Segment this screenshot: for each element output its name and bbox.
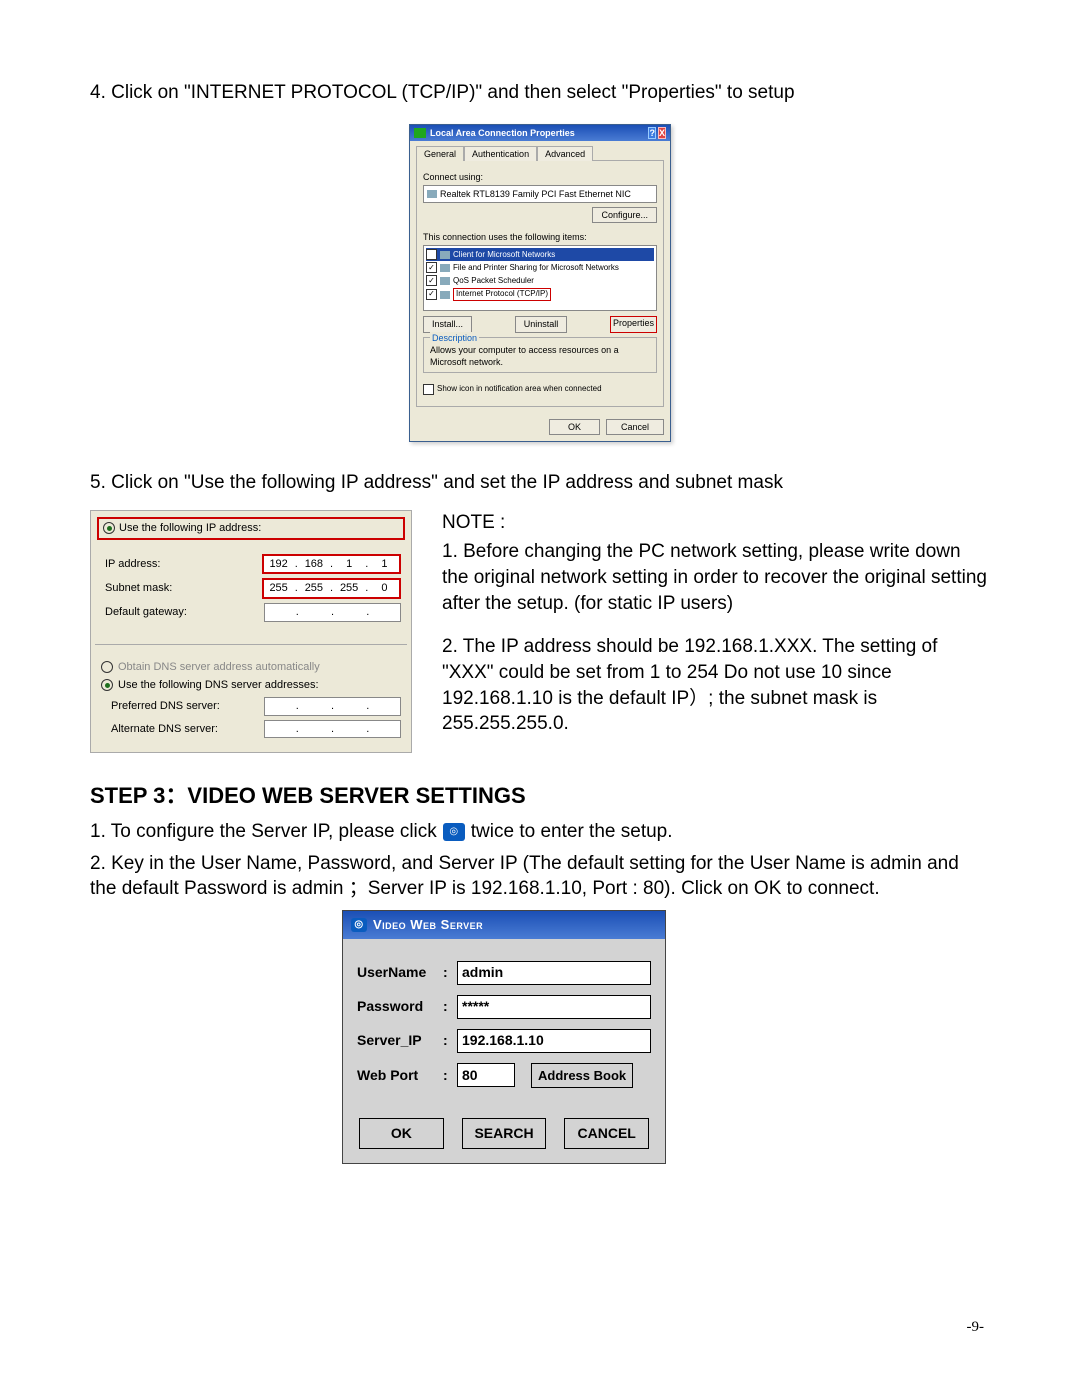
ip-address-label: IP address:: [105, 557, 160, 572]
note-2: 2. The IP address should be 192.168.1.XX…: [442, 634, 990, 737]
connection-properties-dialog: Local Area Connection Properties ?X Gene…: [409, 124, 671, 442]
item-tcpip[interactable]: ✓Internet Protocol (TCP/IP): [426, 287, 654, 302]
tab-advanced[interactable]: Advanced: [537, 146, 593, 161]
ip-address-field[interactable]: 192.168.1.1: [262, 554, 401, 575]
dns-auto-radio: Obtain DNS server address automatically: [101, 660, 401, 675]
serverip-input[interactable]: 192.168.1.10: [457, 1029, 651, 1053]
serverip-label: Server_IP: [357, 1031, 443, 1050]
uses-label: This connection uses the following items…: [423, 231, 657, 243]
webport-input[interactable]: 80: [457, 1063, 515, 1087]
properties-button[interactable]: Properties: [610, 316, 657, 332]
dialog-tabs: General Authentication Advanced: [410, 141, 670, 160]
vws-search-button[interactable]: SEARCH: [462, 1118, 547, 1149]
network-icon: [414, 128, 426, 138]
alt-dns-label: Alternate DNS server:: [111, 722, 218, 737]
step3-line2: 2. Key in the User Name, Password, and S…: [90, 851, 990, 902]
server-icon: ◎: [443, 823, 465, 841]
username-input[interactable]: admin: [457, 961, 651, 985]
show-icon-checkbox[interactable]: Show icon in notification area when conn…: [423, 383, 657, 396]
vws-ok-button[interactable]: OK: [359, 1118, 444, 1149]
dialog-title: Local Area Connection Properties: [430, 127, 575, 139]
description-box: Description Allows your computer to acce…: [423, 337, 657, 373]
ip-settings-panel: Use the following IP address: IP address…: [90, 510, 412, 754]
pref-dns-label: Preferred DNS server:: [111, 699, 220, 714]
nic-name: Realtek RTL8139 Family PCI Fast Ethernet…: [440, 188, 631, 200]
items-list[interactable]: ✓Client for Microsoft Networks ✓File and…: [423, 245, 657, 311]
step3-line1: 1. To configure the Server IP, please cl…: [90, 819, 990, 845]
uninstall-button[interactable]: Uninstall: [515, 316, 568, 332]
item-client[interactable]: ✓Client for Microsoft Networks: [426, 248, 654, 261]
item-qos[interactable]: ✓QoS Packet Scheduler: [426, 274, 654, 287]
cancel-button[interactable]: Cancel: [606, 419, 664, 435]
step3-heading: STEP 3：VIDEO WEB SERVER SETTINGS: [90, 781, 990, 811]
connect-using-label: Connect using:: [423, 171, 657, 183]
item-fileprint[interactable]: ✓File and Printer Sharing for Microsoft …: [426, 261, 654, 274]
password-input[interactable]: *****: [457, 995, 651, 1019]
vws-cancel-button[interactable]: CANCEL: [564, 1118, 649, 1149]
description-text: Allows your computer to access resources…: [430, 344, 650, 368]
use-following-ip-radio[interactable]: Use the following IP address:: [97, 517, 405, 540]
username-label: UserName: [357, 963, 443, 982]
nic-icon: [427, 190, 437, 198]
default-gateway-label: Default gateway:: [105, 605, 187, 620]
alt-dns-field[interactable]: ...: [264, 720, 401, 739]
ok-button[interactable]: OK: [549, 419, 600, 435]
subnet-mask-field[interactable]: 255.255.255.0: [262, 578, 401, 599]
notes-block: NOTE : 1. Before changing the PC network…: [442, 510, 990, 741]
tab-body: Connect using: Realtek RTL8139 Family PC…: [416, 160, 664, 407]
subnet-mask-label: Subnet mask:: [105, 581, 172, 596]
tab-authentication[interactable]: Authentication: [464, 146, 537, 161]
tab-general[interactable]: General: [416, 146, 464, 161]
video-web-server-dialog: ◎Video Web Server UserName:admin Passwor…: [342, 910, 666, 1164]
install-button[interactable]: Install...: [423, 316, 472, 332]
step5-text: 5. Click on "Use the following IP addres…: [90, 470, 990, 496]
password-label: Password: [357, 997, 443, 1016]
note-1: 1. Before changing the PC network settin…: [442, 539, 990, 616]
pref-dns-field[interactable]: ...: [264, 697, 401, 716]
nic-field: Realtek RTL8139 Family PCI Fast Ethernet…: [423, 185, 657, 203]
page-number: -9-: [967, 1317, 985, 1337]
description-legend: Description: [430, 332, 479, 344]
dialog-titlebar[interactable]: Local Area Connection Properties ?X: [410, 125, 670, 141]
default-gateway-field[interactable]: ...: [264, 603, 401, 622]
webport-label: Web Port: [357, 1066, 443, 1085]
address-book-button[interactable]: Address Book: [531, 1063, 633, 1089]
step4-text: 4. Click on "INTERNET PROTOCOL (TCP/IP)"…: [90, 80, 990, 106]
dns-manual-radio[interactable]: Use the following DNS server addresses:: [101, 678, 401, 693]
vws-titlebar[interactable]: ◎Video Web Server: [343, 911, 665, 939]
close-button[interactable]: X: [658, 127, 666, 139]
vws-icon: ◎: [351, 918, 367, 932]
help-button[interactable]: ?: [648, 127, 656, 139]
note-header: NOTE :: [442, 510, 990, 536]
configure-button[interactable]: Configure...: [592, 207, 657, 223]
